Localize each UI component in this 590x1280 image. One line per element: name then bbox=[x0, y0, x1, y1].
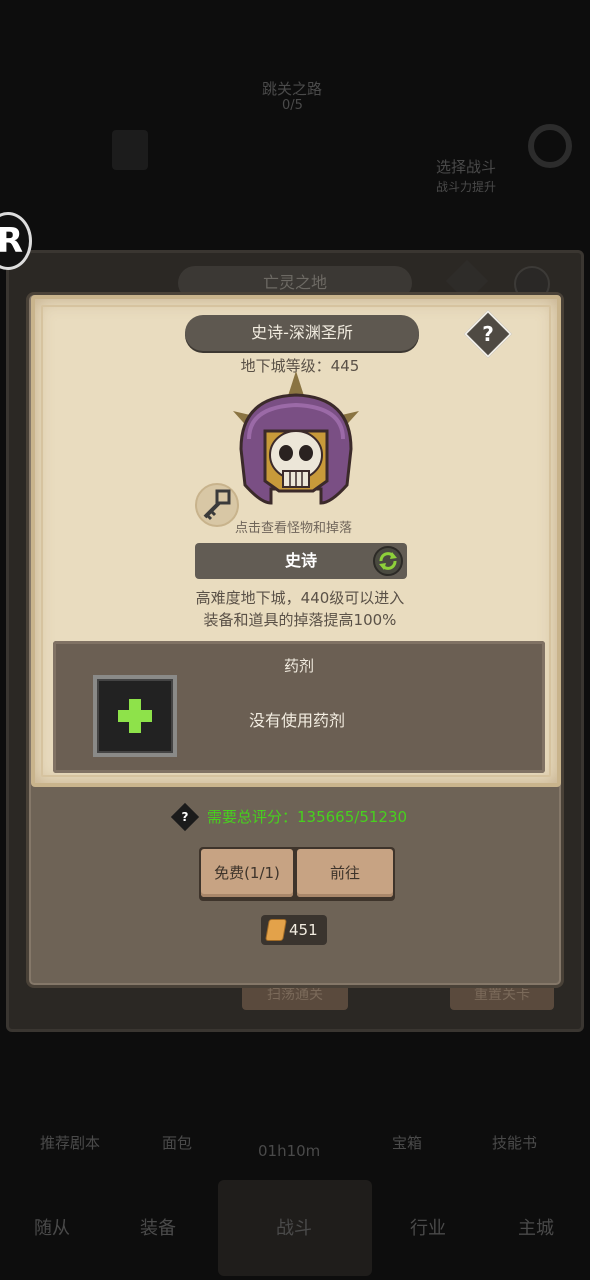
potion-add-slot[interactable] bbox=[93, 675, 177, 757]
potion-title: 药剂 bbox=[283, 657, 314, 675]
bg-item-box bbox=[112, 130, 148, 170]
key-icon bbox=[203, 489, 231, 521]
bg-nav-item: 推荐剧本 bbox=[40, 1134, 101, 1152]
refresh-icon[interactable] bbox=[373, 546, 403, 576]
monster-helmet-image[interactable] bbox=[221, 369, 371, 519]
free-button[interactable]: 免费(1/1) bbox=[201, 849, 293, 897]
rarity-selector[interactable]: 史诗 bbox=[195, 543, 407, 579]
bg-nav-item: 宝箱 bbox=[392, 1134, 423, 1152]
skull-helmet-icon bbox=[233, 371, 359, 505]
action-buttons: 免费(1/1) 前往 bbox=[199, 847, 395, 901]
bg-right-label: 选择战斗 bbox=[436, 158, 497, 176]
parchment-panel: 史诗-深渊圣所 ? 地下城等级：445 点击查看怪物和掉落 史诗 高难度地下城，… bbox=[31, 295, 561, 787]
potion-empty-text: 没有使用药剂 bbox=[249, 711, 346, 730]
plus-icon bbox=[118, 699, 152, 733]
rarity-label: 史诗 bbox=[284, 551, 317, 570]
monster-drop-hint[interactable]: 点击查看怪物和掉落 bbox=[235, 517, 352, 536]
dungeon-desc-line2: 装备和道具的掉落提高100% bbox=[203, 611, 397, 629]
tab-equipment: 装备 bbox=[140, 1218, 176, 1239]
question-icon: ? bbox=[181, 810, 189, 824]
bg-top-label: 跳关之路 bbox=[262, 80, 323, 98]
go-button[interactable]: 前往 bbox=[297, 849, 393, 897]
key-button[interactable] bbox=[195, 483, 239, 527]
question-icon: ? bbox=[482, 322, 494, 346]
bg-gear-icon bbox=[528, 124, 572, 168]
tab-battle: 战斗 bbox=[276, 1218, 312, 1239]
dungeon-dialog: 史诗-深渊圣所 ? 地下城等级：445 点击查看怪物和掉落 史诗 高难度地下城，… bbox=[26, 292, 564, 988]
tab-industry: 行业 bbox=[410, 1218, 446, 1239]
scroll-icon bbox=[265, 919, 287, 941]
bg-top-count: 0/5 bbox=[282, 98, 303, 113]
dungeon-title: 史诗-深渊圣所 bbox=[185, 315, 419, 351]
refresh-arrows-icon bbox=[379, 552, 397, 570]
tab-city: 主城 bbox=[518, 1218, 554, 1239]
bg-right-sub: 战斗力提升 bbox=[436, 180, 497, 194]
score-text: 需要总评分：135665/51230 bbox=[207, 808, 408, 826]
bg-timer: 01h10m bbox=[258, 1142, 321, 1160]
bottom-nav: 随从 装备 战斗 行业 主城 bbox=[0, 1180, 590, 1280]
bg-nav-item: 面包 bbox=[162, 1134, 193, 1152]
dungeon-desc-line1: 高难度地下城，440级可以进入 bbox=[195, 589, 405, 607]
bg-nav-item: 技能书 bbox=[492, 1134, 538, 1152]
tab-followers: 随从 bbox=[34, 1218, 70, 1239]
help-button[interactable]: ? bbox=[463, 309, 513, 359]
ticket-cost: 451 bbox=[261, 915, 327, 945]
ticket-count: 451 bbox=[289, 921, 318, 939]
potion-section: 药剂 没有使用药剂 bbox=[53, 641, 545, 773]
